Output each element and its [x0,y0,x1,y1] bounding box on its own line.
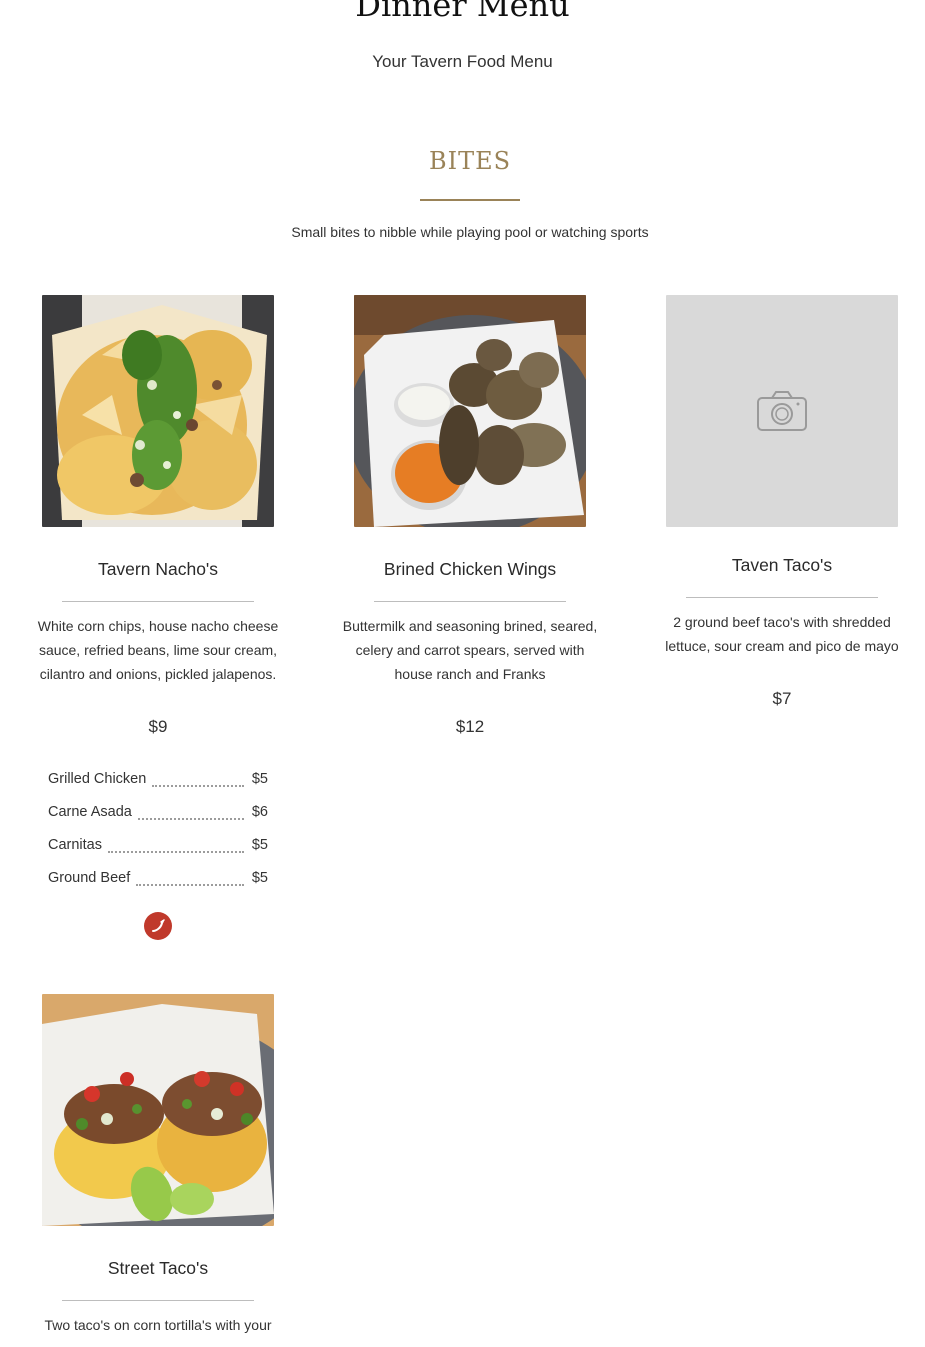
section-description: Small bites to nibble while playing pool… [291,224,649,240]
page-subtitle: Your Tavern Food Menu [372,52,553,71]
item-description: Two taco's on corn tortilla's with your [44,1317,272,1333]
item-description: White corn chips, house nacho cheese sau… [37,618,279,682]
item-price: $9 [148,717,168,736]
item-divider [686,597,878,598]
item-name: Brined Chicken Wings [383,559,557,579]
item-image-placeholder[interactable] [666,295,898,527]
item-name: Taven Taco's [731,555,833,575]
leader-dots [137,818,244,820]
addon-name: Carnitas [48,837,102,853]
item-price: $12 [455,717,485,736]
section-divider [420,199,520,201]
addon-price: $5 [251,771,268,787]
item-divider [62,1300,254,1301]
item-description: Buttermilk and seasoning brined, seared,… [342,618,598,682]
addon-row: Grilled Chicken $5 [48,771,268,804]
item-divider [62,601,254,602]
leader-dots [136,884,244,886]
menu-item-tavern-nachos: Tavern Nacho's White corn chips, house n… [27,295,289,945]
menu-item-taven-tacos: Taven Taco's 2 ground beef taco's with s… [651,295,913,725]
leader-dots [108,851,244,853]
addon-price: $6 [251,804,268,820]
item-name: Street Taco's [107,1258,209,1278]
addon-price: $5 [251,837,268,853]
menu-item-brined-chicken-wings: Brined Chicken Wings Buttermilk and seas… [339,295,601,745]
item-description: 2 ground beef taco's with shredded lettu… [665,614,899,654]
page-title: Dinner Menu [355,0,570,24]
addon-row: Ground Beef $5 [48,870,268,903]
leader-dots [152,785,244,787]
addon-name: Carne Asada [48,804,132,820]
chicken-wings-photo[interactable] [354,295,586,527]
camera-placeholder-icon [666,295,898,527]
section-title: BITES [428,147,512,175]
addon-list: Grilled Chicken $5 Carne Asada $6 Carnit… [48,771,268,903]
nachos-photo[interactable] [42,295,274,527]
item-divider [374,601,566,602]
addon-name: Grilled Chicken [48,771,147,787]
addon-row: Carne Asada $6 [48,804,268,837]
street-tacos-photo[interactable] [42,994,274,1226]
addon-price: $5 [251,870,268,886]
item-name: Tavern Nacho's [97,559,219,579]
item-price: $7 [772,689,792,708]
menu-item-street-tacos: Street Taco's Two taco's on corn tortill… [27,994,289,1347]
addon-row: Carnitas $5 [48,837,268,870]
chili-pepper-icon [144,912,172,940]
addon-name: Ground Beef [48,870,131,886]
